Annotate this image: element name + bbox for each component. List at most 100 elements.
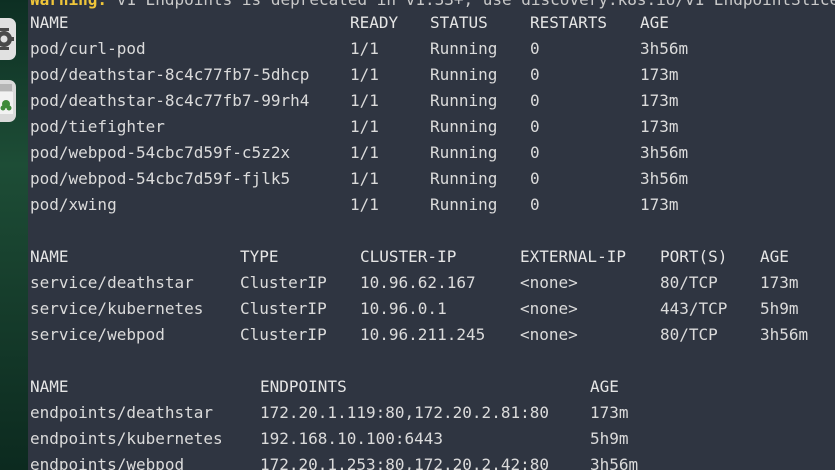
pod-status: Running [430,195,498,214]
pod-ready: 1/1 [350,39,379,58]
service-external-ip: <none> [520,273,578,292]
pod-restarts: 0 [530,169,540,188]
endpoint-row: endpoints/webpod 172.20.1.253:80,172.20.… [30,452,835,470]
endpoints-header-row: NAME ENDPOINTS AGE [30,374,835,400]
pod-restarts: 0 [530,39,540,58]
service-row: service/kubernetes ClusterIP 10.96.0.1 <… [30,296,835,322]
service-cluster-ip: 10.96.211.245 [360,325,486,344]
pod-status: Running [430,65,498,84]
pod-name: pod/deathstar-8c4c77fb7-99rh4 [30,91,310,110]
pod-ready: 1/1 [350,195,379,214]
service-ports: 80/TCP [660,273,718,292]
service-type: ClusterIP [240,299,327,318]
service-type: ClusterIP [240,273,327,292]
pod-restarts: 0 [530,91,540,110]
warning-prefix: Warning: [30,0,107,9]
pod-name: pod/curl-pod [30,39,146,58]
service-ports: 443/TCP [660,299,728,318]
pod-ready: 1/1 [350,169,379,188]
service-cluster-ip: 10.96.62.167 [360,273,476,292]
service-name: service/deathstar [30,273,194,292]
pod-age: 3h56m [640,39,689,58]
pods-col-ready: READY [350,13,399,32]
pod-age: 3h56m [640,143,689,162]
endpoint-name: endpoints/deathstar [30,403,214,422]
pod-name: pod/deathstar-8c4c77fb7-5dhcp [30,65,310,84]
service-name: service/kubernetes [30,299,204,318]
pod-ready: 1/1 [350,117,379,136]
services-header-row: NAME TYPE CLUSTER-IP EXTERNAL-IP PORT(S)… [30,244,835,270]
pods-col-status: STATUS [430,13,488,32]
pod-name: pod/webpod-54cbc7d59f-fjlk5 [30,169,291,188]
pod-status: Running [430,39,498,58]
endpoints-col-name: NAME [30,377,69,396]
service-type: ClusterIP [240,325,327,344]
service-age: 3h56m [760,325,809,344]
endpoint-row: endpoints/deathstar 172.20.1.119:80,172.… [30,400,835,426]
pod-ready: 1/1 [350,143,379,162]
service-row: service/deathstar ClusterIP 10.96.62.167… [30,270,835,296]
pod-restarts: 0 [530,117,540,136]
endpoint-row: endpoints/kubernetes 192.168.10.100:6443… [30,426,835,452]
services-col-ports: PORT(S) [660,247,728,266]
pod-row: pod/webpod-54cbc7d59f-fjlk5 1/1 Running … [30,166,835,192]
pod-ready: 1/1 [350,91,379,110]
pod-status: Running [430,117,498,136]
package-icon [0,84,13,114]
services-col-age: AGE [760,247,789,266]
service-age: 5h9m [760,299,799,318]
pods-col-name: NAME [30,13,69,32]
gear-icon [0,28,14,50]
endpoint-name: endpoints/kubernetes [30,429,223,448]
service-name: service/webpod [30,325,165,344]
endpoint-addresses: 172.20.1.253:80,172.20.2.42:80 [260,455,549,470]
pod-restarts: 0 [530,65,540,84]
services-col-cluster-ip: CLUSTER-IP [360,247,457,266]
package-app[interactable] [0,80,16,122]
terminal-output: Warning: v1 Endpoints is deprecated in v… [28,0,835,470]
pod-age: 173m [640,195,679,214]
endpoint-age: 3h56m [590,455,639,470]
pod-age: 173m [640,91,679,110]
endpoint-addresses: 172.20.1.119:80,172.20.2.81:80 [260,403,549,422]
pod-ready: 1/1 [350,65,379,84]
endpoints-col-age: AGE [590,377,619,396]
pod-row: pod/xwing 1/1 Running 0 173m [30,192,835,218]
services-col-name: NAME [30,247,69,266]
pod-restarts: 0 [530,143,540,162]
pod-name: pod/tiefighter [30,117,165,136]
pods-col-restarts: RESTARTS [530,13,608,32]
pod-row: pod/tiefighter 1/1 Running 0 173m [30,114,835,140]
service-row: service/webpod ClusterIP 10.96.211.245 <… [30,322,835,348]
pod-row: pod/deathstar-8c4c77fb7-99rh4 1/1 Runnin… [30,88,835,114]
pod-row: pod/deathstar-8c4c77fb7-5dhcp 1/1 Runnin… [30,62,835,88]
endpoint-age: 173m [590,403,629,422]
endpoint-name: endpoints/webpod [30,455,185,470]
desktop-screen: Warning: v1 Endpoints is deprecated in v… [0,0,835,470]
pod-age: 173m [640,65,679,84]
pod-age: 173m [640,117,679,136]
pod-name: pod/xwing [30,195,117,214]
endpoint-addresses: 192.168.10.100:6443 [260,429,444,448]
pod-status: Running [430,169,498,188]
service-external-ip: <none> [520,325,578,344]
dock [0,0,28,470]
service-external-ip: <none> [520,299,578,318]
endpoint-age: 5h9m [590,429,629,448]
pods-col-age: AGE [640,13,669,32]
pod-status: Running [430,143,498,162]
warning-message: v1 Endpoints is deprecated in v1.33+; us… [107,0,835,9]
services-col-type: TYPE [240,247,279,266]
service-cluster-ip: 10.96.0.1 [360,299,447,318]
pods-header-row: NAME READY STATUS RESTARTS AGE [30,10,835,36]
pod-name: pod/webpod-54cbc7d59f-c5z2x [30,143,291,162]
pod-status: Running [430,91,498,110]
service-ports: 80/TCP [660,325,718,344]
endpoints-col-endpoints: ENDPOINTS [260,377,347,396]
pod-row: pod/curl-pod 1/1 Running 0 3h56m [30,36,835,62]
services-col-external-ip: EXTERNAL-IP [520,247,626,266]
pod-restarts: 0 [530,195,540,214]
pod-age: 3h56m [640,169,689,188]
settings-app[interactable] [0,18,16,60]
pod-row: pod/webpod-54cbc7d59f-c5z2x 1/1 Running … [30,140,835,166]
